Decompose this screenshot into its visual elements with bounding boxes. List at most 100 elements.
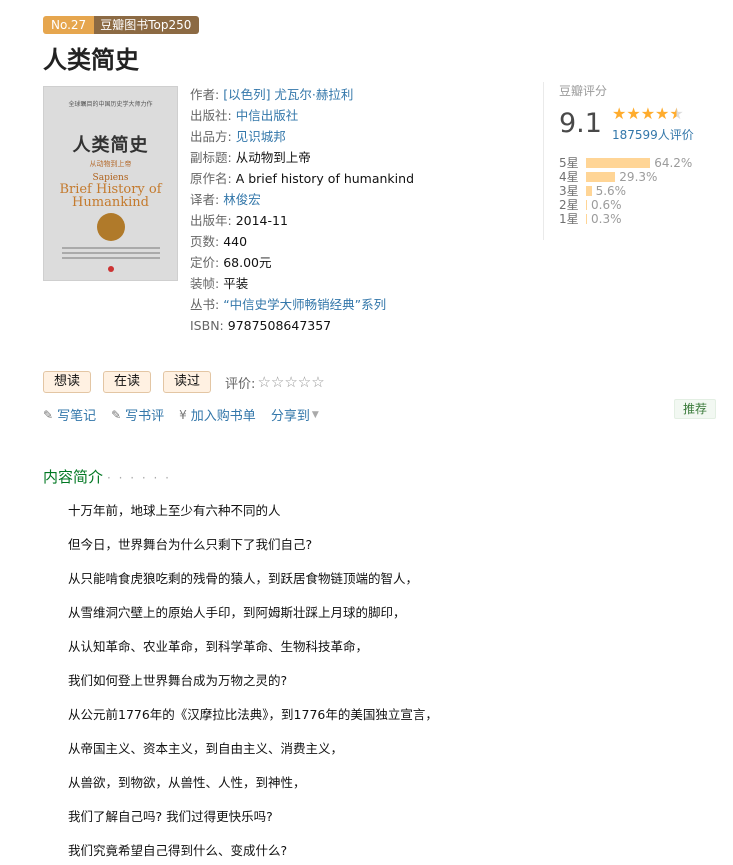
top250-badge[interactable]: 豆瓣图书Top250: [94, 16, 200, 34]
intro-line: 我们如何登上世界舞台成为万物之灵的?: [68, 673, 288, 688]
info-link[interactable]: “中信史学大师畅销经典”系列: [223, 297, 386, 312]
info-label: 原作名:: [190, 171, 232, 186]
rating-bar-label: 1星: [559, 212, 579, 226]
rating-bar-row: 4星 29.3%: [559, 170, 692, 184]
reading-button[interactable]: 在读: [103, 371, 152, 393]
star-icon: ★: [669, 104, 684, 123]
recommend-button[interactable]: 推荐: [674, 399, 717, 419]
info-link[interactable]: 见识城邦: [236, 129, 286, 144]
rank-badge[interactable]: No.27: [43, 16, 95, 34]
info-value: 9787508647357: [227, 318, 332, 333]
info-label: 出品方:: [190, 129, 232, 144]
share-dropdown[interactable]: 分享到 ▼: [271, 405, 319, 424]
rating-bar-percent: 0.6%: [591, 198, 622, 212]
info-link[interactable]: 林俊宏: [223, 192, 261, 207]
cover-publisher-logo: [108, 266, 114, 272]
rating-bar-row: 2星 0.6%: [559, 198, 692, 212]
read-button[interactable]: 读过: [163, 371, 212, 393]
star-icon: ★: [612, 104, 627, 123]
write-note-label: 写笔记: [57, 409, 97, 424]
rating-bar: [586, 172, 616, 182]
rating-bar-percent: 29.3%: [619, 170, 658, 184]
info-label: 页数:: [190, 234, 220, 249]
intro-line: 从认知革命、农业革命，到科学革命、生物科技革命，: [68, 639, 369, 654]
cover-top-line: 全球瞩目的中国历史学大师力作: [68, 101, 153, 108]
info-value: 2014-11: [235, 213, 288, 228]
info-label: 装帧:: [190, 276, 220, 291]
rating-bar-percent: 64.2%: [654, 156, 693, 170]
cover-subtitle: 从动物到上帝: [89, 160, 132, 168]
info-label: 丛书:: [190, 297, 220, 312]
rating-bar: [586, 186, 592, 196]
info-row: 译者: 林俊宏: [190, 189, 520, 210]
rating-bar-row: 1星 0.3%: [559, 212, 692, 226]
info-link[interactable]: 中信出版社: [236, 108, 299, 123]
info-label: ISBN:: [190, 318, 224, 333]
pencil-icon: ✎: [43, 407, 54, 422]
intro-heading: 内容简介 · · · · · ·: [43, 466, 171, 487]
rating-bar-label: 5星: [559, 156, 579, 170]
intro-heading-dots: · · · · · ·: [107, 471, 171, 485]
intro-line: 从帝国主义、资本主义，到自由主义、消费主义，: [68, 741, 344, 756]
rating-stars: ★ ★ ★ ★ ★: [612, 105, 684, 123]
intro-line: 我们了解自己吗? 我们过得更快乐吗?: [68, 809, 273, 824]
yen-icon: ¥: [179, 407, 187, 422]
top-badges: No.27 豆瓣图书Top250: [43, 16, 200, 34]
info-value: 平装: [223, 276, 249, 291]
info-row: 作者: [以色列] 尤瓦尔·赫拉利: [190, 84, 520, 105]
info-row: 页数: 440: [190, 231, 520, 252]
info-label: 出版社:: [190, 108, 232, 123]
rating-label: 豆瓣评分: [559, 84, 608, 98]
pencil-icon: ✎: [111, 407, 122, 422]
rating-bar: [586, 158, 651, 168]
action-bar: 想读 在读 读过 评价: ☆☆☆☆☆: [43, 371, 325, 393]
rate-label: 评价:: [225, 376, 256, 392]
info-link[interactable]: [以色列] 尤瓦尔·赫拉利: [223, 87, 353, 102]
info-label: 定价:: [190, 255, 220, 270]
add-to-cart-link[interactable]: ¥ 加入购书单: [179, 405, 256, 425]
tool-links: ✎ 写笔记 ✎ 写书评 ¥ 加入购书单 分享到 ▼: [43, 405, 334, 425]
rating-bar-label: 4星: [559, 170, 579, 184]
info-label: 副标题:: [190, 150, 232, 165]
chevron-down-icon: ▼: [311, 409, 319, 420]
info-row: 出品方: 见识城邦: [190, 126, 520, 147]
info-value: 440: [223, 234, 248, 249]
book-cover[interactable]: 全球瞩目的中国历史学大师力作 人类简史 从动物到上帝 Sapiens Brief…: [43, 86, 178, 281]
rating-bar-percent: 5.6%: [595, 184, 627, 198]
info-row: ISBN: 9787508647357: [190, 315, 520, 336]
intro-content: 十万年前，地球上至少有六种不同的人 但今日，世界舞台为什么只剩下了我们自己? 从只能…: [68, 501, 708, 865]
rating-bar-label: 2星: [559, 198, 579, 212]
book-info: 作者: [以色列] 尤瓦尔·赫拉利 出版社: 中信出版社 出品方: 见识城邦 副标题:…: [190, 84, 520, 336]
info-label: 作者:: [190, 87, 220, 102]
intro-line: 从公元前1776年的《汉摩拉比法典》，到1776年的美国独立宣言，: [68, 707, 438, 722]
rating-count-link[interactable]: 187599人评价: [612, 126, 694, 143]
intro-line: 从雪维洞穴壁上的原始人手印，到阿姆斯壮踩上月球的脚印，: [68, 605, 406, 620]
write-review-link[interactable]: ✎ 写书评: [111, 405, 164, 425]
share-label: 分享到: [270, 409, 310, 424]
write-note-link[interactable]: ✎ 写笔记: [43, 405, 97, 425]
want-read-button[interactable]: 想读: [43, 371, 92, 393]
info-row: 出版年: 2014-11: [190, 210, 520, 231]
info-row: 装帧: 平装: [190, 273, 520, 294]
rating-score: 9.1: [559, 108, 602, 139]
rating-bar: [586, 214, 587, 224]
info-row: 副标题: 从动物到上帝: [190, 147, 520, 168]
page-title: 人类简史: [43, 46, 139, 74]
cover-text-lines: [62, 247, 160, 262]
intro-line: 但今日，世界舞台为什么只剩下了我们自己?: [68, 537, 313, 552]
cover-en-subtitle: Brief History of Humankind: [59, 182, 162, 210]
info-value: 从动物到上帝: [235, 150, 311, 165]
cover-medal: [97, 213, 125, 241]
rating-bar-row: 3星 5.6%: [559, 184, 692, 198]
info-value: A brief history of humankind: [235, 171, 414, 186]
intro-line: 十万年前，地球上至少有六种不同的人: [68, 503, 281, 518]
rating-distribution: 5星 64.2% 4星 29.3% 3星 5.6% 2星 0.6% 1星 0.3%: [559, 156, 692, 226]
intro-heading-text: 内容简介: [43, 468, 104, 486]
info-label: 译者:: [190, 192, 220, 207]
rate-stars-input[interactable]: ☆☆☆☆☆: [257, 373, 324, 391]
info-row: 定价: 68.00元: [190, 252, 520, 273]
info-label: 出版年:: [190, 213, 232, 228]
add-to-cart-label: 加入购书单: [190, 409, 256, 424]
star-icon: ★: [655, 104, 670, 123]
rating-panel: 豆瓣评分 9.1 ★ ★ ★ ★ ★ 187599人评价 5星 64.2% 4星 29.3% 3…: [543, 82, 718, 240]
